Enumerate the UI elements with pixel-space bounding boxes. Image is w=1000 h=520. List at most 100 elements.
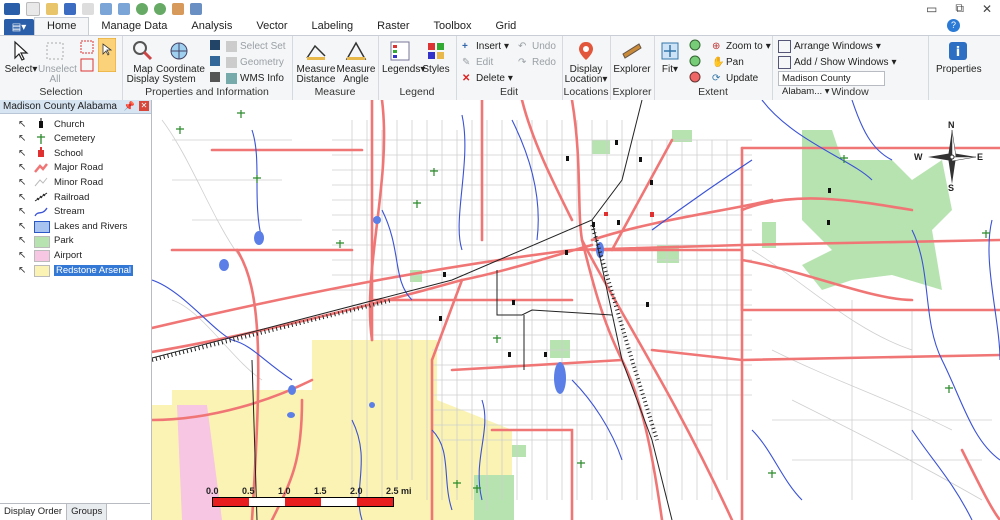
map-view[interactable]: N S E W 0.0 0.5 1.0 1.5 2.0 2.5 mi [152,100,1000,520]
layer-item-airport[interactable]: ↖ Airport [0,248,150,263]
zoom-tools-icon[interactable] [688,39,702,85]
properties-button[interactable]: i Properties [936,40,982,75]
pin-icon[interactable]: 📌 [124,100,135,113]
select-set-button[interactable]: Select Set [226,39,286,53]
undo-icon[interactable] [100,2,112,15]
compass-rose-icon [928,129,977,184]
unselect-all-button[interactable]: Unselect All [38,40,77,85]
layer-select-icon[interactable]: ↖ [18,235,30,246]
select-poly-icon[interactable] [80,58,94,72]
layer-tools-icon[interactable] [209,40,221,86]
select-rect-icon[interactable] [80,40,94,54]
layer-item-cemetery[interactable]: ↖ Cemetery [0,132,150,146]
zoom-out-icon[interactable] [154,2,166,15]
tab-toolbox[interactable]: Toolbox [422,18,484,35]
panel-close-icon[interactable]: ✕ [139,101,149,111]
arrange-windows-button[interactable]: Arrange Windows ▾ [778,39,881,53]
layer-label: Major Road [54,162,104,174]
coordinate-system-button[interactable]: Coordinate System [156,40,205,85]
telescope-icon [622,43,642,59]
window-controls: ▭ ⧉ ✕ [926,0,992,17]
layer-select-icon[interactable]: ↖ [18,162,30,173]
arrow-icon[interactable] [82,2,94,15]
redo-icon[interactable] [118,2,130,15]
insert-button[interactable]: + Insert ▾ [462,39,509,53]
layer-select-icon[interactable]: ↖ [18,192,30,203]
map-canvas[interactable] [152,100,1000,520]
tab-raster[interactable]: Raster [365,18,421,35]
tab-home[interactable]: Home [34,17,90,35]
tag-icon[interactable] [172,2,184,15]
layer-select-icon[interactable]: ↖ [18,206,30,217]
tab-groups[interactable]: Groups [67,504,108,520]
new-icon[interactable] [26,1,40,16]
airport-symbol-icon [34,249,50,263]
save-icon[interactable] [64,2,76,15]
zoom-to-button[interactable]: ⊕ Zoom to ▾ [712,39,771,53]
file-menu-button[interactable]: ▤▾ [4,19,34,35]
layer-label: Minor Road [54,176,104,188]
window-select[interactable]: Madison County Alabam... ▾ [778,71,885,97]
layer-select-icon[interactable]: ↖ [18,221,30,232]
fit-icon [661,42,679,60]
measure-distance-button[interactable]: Measure Distance [296,40,336,85]
scale-label: 1.0 [278,486,291,496]
layer-item-church[interactable]: ↖ Church [0,117,150,131]
edit-button[interactable]: ✎ Edit [462,55,493,69]
update-button[interactable]: ⟳ Update [712,71,758,85]
minimize-icon[interactable]: ▭ [926,2,937,16]
restore-icon[interactable]: ⧉ [955,1,964,16]
tab-vector[interactable]: Vector [244,18,299,35]
layer-item-major[interactable]: ↖ Major Road [0,161,150,175]
zoom-in-icon[interactable] [136,2,148,15]
wms-info-button[interactable]: WMS Info [226,71,284,85]
tab-analysis[interactable]: Analysis [179,18,244,35]
layer-select-icon[interactable]: ↖ [18,177,30,188]
tab-manage-data[interactable]: Manage Data [89,18,179,35]
refresh-icon: ⟳ [712,72,721,84]
major-symbol-icon [34,162,48,174]
layer-select-icon[interactable]: ↖ [18,119,30,130]
close-icon[interactable]: ✕ [982,2,992,16]
app-menu-icon[interactable] [4,2,20,15]
display-location-button[interactable]: Display Location▾ [564,40,608,85]
measure-angle-button[interactable]: Measure Angle [336,40,376,85]
layer-select-icon[interactable]: ↖ [18,265,30,276]
layer-item-rail[interactable]: ↖ Railroad [0,190,150,204]
layer-select-icon[interactable]: ↖ [18,148,30,159]
explorer-button[interactable]: Explorer [612,40,652,75]
help-icon[interactable]: ? [947,19,960,32]
delete-button[interactable]: ✕ Delete ▾ [462,71,513,85]
layer-item-arsenal[interactable]: ↖ Redstone Arsenal [0,263,150,277]
layer-select-icon[interactable]: ↖ [18,250,30,261]
layer-item-lake[interactable]: ↖ Lakes and Rivers [0,219,150,234]
geometry-button[interactable]: Geometry [226,55,284,69]
tab-grid[interactable]: Grid [483,18,528,35]
layer-label: Church [54,118,85,130]
layer-item-stream[interactable]: ↖ Stream [0,205,150,219]
layer-label: School [54,147,84,159]
layer-select-icon[interactable]: ↖ [18,133,30,144]
fit-button[interactable]: Fit▾ [656,40,684,75]
undo-button[interactable]: ↶ Undo [518,39,556,53]
park-area [512,445,526,457]
layer-label: Railroad [54,191,90,203]
pan-button[interactable]: ✋ Pan [712,55,744,69]
layer-item-park[interactable]: ↖ Park [0,234,150,248]
delete-icon: ✕ [462,72,471,84]
layer-item-minor[interactable]: ↖ Minor Road [0,175,150,189]
grid-icon[interactable] [190,2,202,15]
legends-button[interactable]: Legends▾ [382,40,425,75]
styles-button[interactable]: Styles [420,40,452,75]
layer-item-school[interactable]: ↖ School [0,146,150,160]
tab-display-order[interactable]: Display Order [0,504,68,520]
open-icon[interactable] [46,2,58,15]
select-button[interactable]: Select▾ [4,40,38,75]
tab-labeling[interactable]: Labeling [300,18,366,35]
svg-text:i: i [956,45,960,60]
select-mode-icon[interactable] [98,38,116,72]
add-show-windows-button[interactable]: Add / Show Windows ▾ [778,55,897,69]
redo-button[interactable]: ↷ Redo [518,55,556,69]
wms-info-icon [226,72,237,84]
scale-labels: 0.0 0.5 1.0 1.5 2.0 2.5 mi [206,486,412,497]
